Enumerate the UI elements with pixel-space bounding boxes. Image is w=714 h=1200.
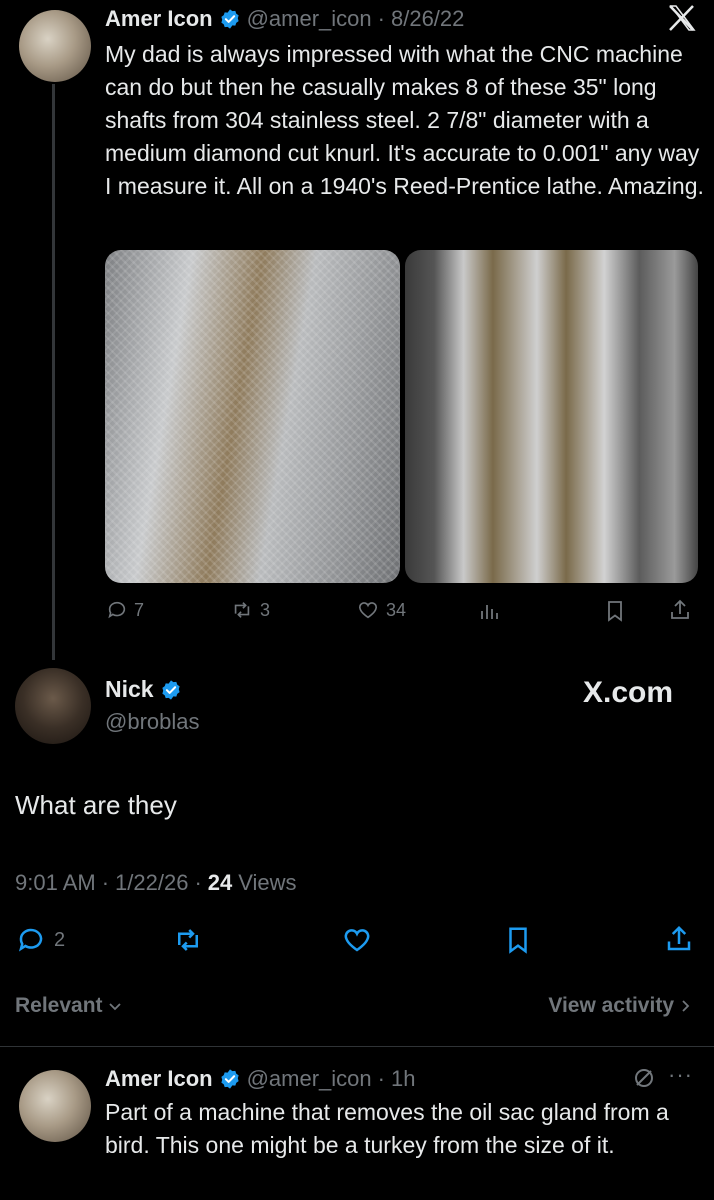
- grok-icon[interactable]: [632, 1066, 656, 1095]
- heart-icon: [344, 929, 370, 952]
- heart-icon: [358, 602, 378, 619]
- separator-dot: ·: [194, 870, 202, 895]
- like-button[interactable]: [341, 925, 373, 955]
- view-activity-label: View activity: [548, 994, 674, 1017]
- author-handle[interactable]: @amer_icon: [247, 1066, 372, 1092]
- avatar[interactable]: [15, 668, 91, 744]
- like-button[interactable]: 34: [356, 599, 406, 621]
- avatar[interactable]: [19, 10, 91, 82]
- bookmark-button[interactable]: [603, 599, 627, 623]
- repost-icon: [234, 602, 250, 618]
- view-activity-link[interactable]: View activity: [548, 994, 692, 1018]
- verified-badge-icon: [161, 679, 180, 700]
- author-name[interactable]: Nick: [105, 676, 154, 703]
- repost-icon: [178, 929, 198, 951]
- views-count: 24: [207, 870, 233, 895]
- author-name[interactable]: Amer Icon: [105, 6, 213, 32]
- separator-dot: ·: [377, 6, 385, 31]
- author-name[interactable]: Amer Icon: [105, 1066, 213, 1092]
- reply-count: 7: [134, 599, 145, 620]
- author-handle[interactable]: @broblas: [105, 709, 200, 735]
- share-button[interactable]: [668, 598, 692, 622]
- verified-badge-icon: [220, 9, 239, 29]
- tweet2-header: Nick: [105, 676, 182, 703]
- bookmark-icon: [509, 927, 527, 954]
- thread-line: [52, 84, 55, 660]
- analytics-button[interactable]: [478, 599, 502, 623]
- share-icon: [667, 925, 691, 951]
- author-handle[interactable]: @amer_icon: [247, 6, 372, 32]
- shaft-photo-right[interactable]: [405, 250, 698, 583]
- sort-label: Relevant: [15, 994, 103, 1017]
- reply-icon: [18, 928, 43, 952]
- bookmark-button[interactable]: [503, 925, 533, 955]
- more-options-button[interactable]: ···: [668, 1062, 693, 1088]
- reply-button[interactable]: 7: [106, 599, 144, 621]
- chevron-right-icon: [682, 1000, 690, 1012]
- x-com-watermark: X.com: [583, 676, 674, 709]
- reply-count: 2: [54, 928, 66, 951]
- separator-dot: ·: [101, 870, 110, 895]
- tweet-age[interactable]: 1h: [391, 1066, 415, 1092]
- tweet-date[interactable]: 8/26/22: [391, 6, 464, 32]
- repost-button[interactable]: 3: [230, 599, 270, 621]
- reply-header: Amer Icon @amer_icon · 1h: [105, 1064, 415, 1094]
- tweet-date[interactable]: 1/22/26: [115, 870, 188, 896]
- divider: [0, 1046, 714, 1047]
- separator-dot: ·: [377, 1066, 385, 1091]
- bookmark-icon: [608, 601, 622, 622]
- tweet-text: What are they: [15, 790, 177, 820]
- views-label: Views: [238, 870, 297, 895]
- share-icon: [671, 599, 689, 619]
- analytics-icon: [481, 605, 498, 619]
- tweet-text: My dad is always impressed with what the…: [105, 41, 704, 199]
- x-logo-icon: [666, 2, 698, 34]
- share-button[interactable]: [664, 924, 694, 954]
- reply-icon: [108, 601, 126, 619]
- avatar[interactable]: [19, 1070, 91, 1142]
- repost-button[interactable]: [172, 925, 204, 955]
- repost-count: 3: [260, 599, 271, 620]
- reply-button[interactable]: 2: [16, 925, 65, 955]
- chevron-down-icon: [108, 1003, 121, 1011]
- tweet-metadata: 9:01 AM · 1/22/26 · 24 Views: [15, 870, 297, 896]
- shaft-photo-left[interactable]: [105, 250, 400, 583]
- tweet1-header: Amer Icon @amer_icon · 8/26/22: [105, 4, 464, 34]
- verified-badge-icon: [220, 1069, 239, 1089]
- like-count: 34: [386, 599, 407, 620]
- tweet-time[interactable]: 9:01 AM: [15, 870, 96, 896]
- tweet-text: Part of a machine that removes the oil s…: [105, 1099, 669, 1158]
- sort-dropdown[interactable]: Relevant: [15, 994, 123, 1018]
